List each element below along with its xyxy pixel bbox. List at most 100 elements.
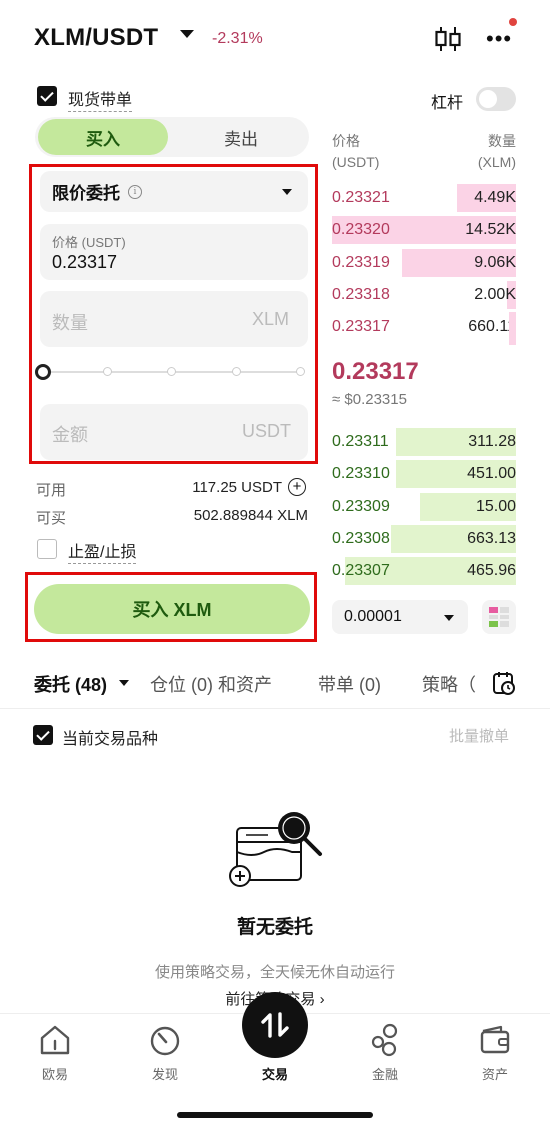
slider-step-50[interactable] [167,367,176,376]
more-menu-icon[interactable]: ••• [486,28,512,50]
nav-trade-label: 交易 [261,1067,288,1082]
ask-row[interactable]: 0.23320 14.52K [332,216,516,245]
pair-title[interactable]: XLM/USDT [34,24,158,52]
tpsl-label: 止盈/止损 [68,538,137,564]
ob-price-header: 价格 (USDT) [332,131,379,173]
amount-placeholder: 金额 [52,425,88,445]
ask-qty: 9.06K [474,253,516,271]
ask-qty: 14.52K [465,221,516,239]
bid-price: 0.23309 [332,497,390,515]
orderbook-view-icon[interactable] [482,600,516,634]
chevron-down-icon[interactable] [282,189,292,195]
current-pair-label: 当前交易品种 [62,731,159,748]
tab-sell[interactable]: 卖出 [176,119,306,155]
tpsl-checkbox[interactable] [37,539,57,559]
tab-positions[interactable]: 仓位 (0) 和资产 [150,671,272,697]
ask-row[interactable]: 0.23318 2.00K [332,280,516,309]
leverage-toggle[interactable] [476,87,516,111]
quantity-unit: XLM [252,309,290,329]
bid-row[interactable]: 0.23309 15.00 [332,492,516,521]
discover-icon [150,1026,180,1056]
nav-finance-label: 金融 [371,1067,398,1082]
spot-copy-checkbox[interactable] [37,86,57,106]
bid-qty: 311.28 [468,433,516,450]
bid-qty: 465.96 [467,562,516,580]
ask-price: 0.23318 [332,285,390,303]
order-type-label: 限价委托 [52,184,120,203]
available-label: 可用 [36,482,67,499]
leverage-label: 杠杆 [431,95,464,112]
notification-dot [509,18,517,26]
amount-unit: USDT [242,421,291,441]
home-indicator[interactable] [177,1112,373,1118]
available-value: 117.25 USDT [192,479,282,496]
nav-discover-label: 发现 [151,1067,178,1082]
ob-qty-header-line2: (XLM) [477,154,516,170]
ob-price-header-line2: (USDT) [332,154,380,170]
chevron-down-icon[interactable] [119,680,129,686]
ask-price: 0.23319 [332,253,390,271]
ask-qty: 2.00K [474,285,516,303]
home-icon [40,1025,70,1055]
pair-dropdown-icon[interactable] [180,30,194,38]
ob-price-header-line1: 价格 [332,133,360,149]
ask-depth-tail [509,312,516,345]
empty-state-subtitle: 使用策略交易，全天候无休自动运行 [154,964,395,981]
trade-icon [261,1012,289,1038]
slider-step-100[interactable] [296,367,305,376]
buyable-value: 502.889844 XLM [193,507,308,524]
bid-row[interactable]: 0.23311 311.28 [332,428,516,456]
buy-xlm-button[interactable]: 买入 XLM [34,584,310,634]
chevron-down-icon[interactable] [444,615,454,621]
bid-price: 0.23308 [332,529,390,547]
ob-qty-header: 数量 (XLM) [470,131,516,173]
current-pair-checkbox[interactable] [33,725,53,745]
mid-price[interactable]: 0.23317 [332,358,419,386]
bulk-cancel-button[interactable]: 批量撤单 [449,725,509,746]
tab-buy[interactable]: 买入 [38,119,168,155]
quantity-placeholder: 数量 [52,313,88,333]
slider-handle[interactable] [35,364,51,380]
ask-row[interactable]: 0.23319 9.06K [332,248,516,277]
ask-row[interactable]: 0.23321 4.49K [332,184,516,212]
bid-row[interactable]: 0.23310 451.00 [332,460,516,489]
ask-price: 0.23321 [332,189,390,206]
info-icon[interactable]: i [128,184,142,199]
wallet-icon [480,1025,510,1054]
order-history-icon[interactable] [492,671,516,695]
ask-price: 0.23317 [332,318,390,336]
nav-home-label: 欧易 [41,1067,68,1082]
orderbook-layout-icon [489,607,509,627]
buyable-label: 可买 [36,510,67,527]
bid-row[interactable]: 0.23308 663.13 [332,524,516,553]
price-change: -2.31% [212,30,263,47]
bid-price: 0.23311 [332,433,389,450]
candlestick-chart-icon[interactable] [434,26,462,52]
bid-price: 0.23307 [332,562,390,580]
bid-qty: 663.13 [467,529,516,547]
slider-step-75[interactable] [232,367,241,376]
empty-orders-illustration [229,812,322,887]
nav-trade[interactable] [242,992,308,1058]
tab-orders[interactable]: 委托 (48) [34,671,107,697]
ob-qty-header-line1: 数量 [488,133,516,149]
bid-price: 0.23310 [332,465,390,483]
bid-qty: 451.00 [467,465,516,483]
order-type-select[interactable]: 限价委托 i [40,171,308,212]
price-field-label: 价格 (USDT) [52,235,126,250]
slider-step-25[interactable] [103,367,112,376]
spot-copy-label: 现货带单 [68,86,133,112]
tab-strategy[interactable]: 策略（ [422,671,478,697]
bid-row[interactable]: 0.23307 465.96 [332,557,516,586]
nav-assets-label: 资产 [481,1067,508,1082]
tab-copy-orders[interactable]: 带单 (0) [318,671,381,697]
price-field-value[interactable]: 0.23317 [52,252,117,273]
ask-price: 0.23320 [332,221,390,239]
empty-state-title: 暂无委托 [236,917,313,938]
ask-qty: 4.49K [474,189,516,206]
divider [0,708,550,709]
ask-row[interactable]: 0.23317 660.11 [332,313,516,342]
finance-icon [371,1023,398,1057]
bid-qty: 15.00 [475,497,516,515]
plus-icon[interactable]: + [288,478,306,496]
